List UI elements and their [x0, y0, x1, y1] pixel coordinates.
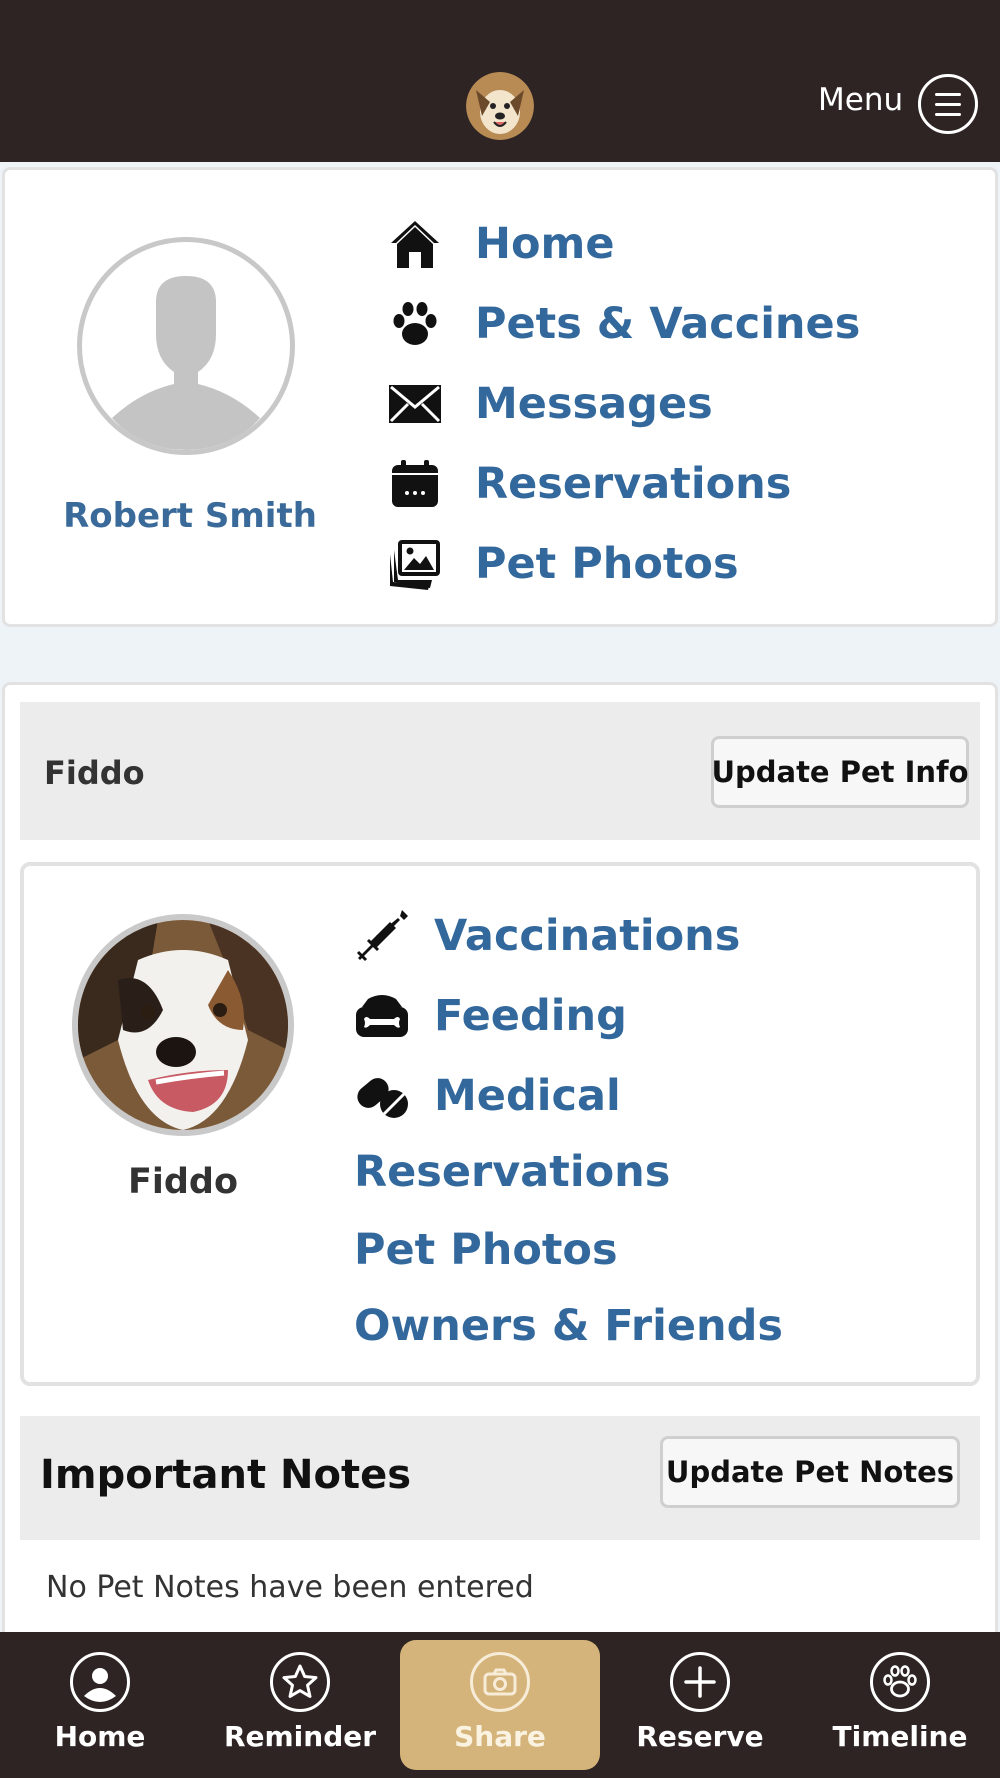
- nav-home[interactable]: Home: [387, 214, 615, 274]
- nav-home-label: Home: [475, 219, 615, 269]
- photos-icon: [387, 536, 443, 592]
- tab-reserve[interactable]: Reserve: [600, 1640, 800, 1770]
- notes-empty-text: No Pet Notes have been entered: [46, 1570, 534, 1605]
- dog-logo-icon[interactable]: [466, 72, 534, 140]
- pet-link-vaccinations-label: Vaccinations: [434, 911, 741, 961]
- notes-title: Important Notes: [40, 1452, 412, 1498]
- pet-link-vaccinations[interactable]: Vaccinations: [354, 908, 740, 964]
- pet-link-feeding-label: Feeding: [434, 991, 627, 1041]
- pet-link-reservations-label: Reservations: [354, 1147, 671, 1197]
- pet-header-name: Fiddo: [44, 754, 145, 792]
- tab-timeline[interactable]: Timeline: [800, 1640, 1000, 1770]
- tab-reserve-label: Reserve: [636, 1720, 764, 1753]
- menu-label[interactable]: Menu: [818, 82, 903, 118]
- user-circle-icon: [70, 1652, 130, 1712]
- pet-link-owners-friends[interactable]: Owners & Friends: [354, 1298, 783, 1354]
- paw-icon: [870, 1652, 930, 1712]
- pet-link-feeding[interactable]: Feeding: [354, 988, 627, 1044]
- update-pet-notes-button[interactable]: Update Pet Notes: [660, 1436, 960, 1508]
- pet-link-medical[interactable]: Medical: [354, 1068, 621, 1124]
- plus-icon: [670, 1652, 730, 1712]
- calendar-icon: [387, 456, 443, 512]
- user-name[interactable]: Robert Smith: [30, 496, 350, 536]
- pet-name: Fiddo: [127, 1162, 239, 1202]
- pet-link-pet-photos-label: Pet Photos: [354, 1225, 618, 1275]
- pet-link-owners-friends-label: Owners & Friends: [354, 1301, 784, 1351]
- nav-pet-photos-label: Pet Photos: [475, 539, 739, 589]
- syringe-icon: [354, 908, 410, 964]
- envelope-icon: [387, 376, 443, 432]
- food-bowl-icon: [354, 988, 410, 1044]
- pet-link-pet-photos[interactable]: Pet Photos: [354, 1222, 618, 1278]
- nav-reservations[interactable]: Reservations: [387, 454, 791, 514]
- pet-link-medical-label: Medical: [434, 1071, 621, 1121]
- hamburger-icon[interactable]: [918, 74, 978, 134]
- pet-photo[interactable]: [72, 914, 294, 1136]
- tab-home-label: Home: [54, 1720, 146, 1753]
- nav-messages[interactable]: Messages: [387, 374, 713, 434]
- nav-reservations-label: Reservations: [475, 459, 792, 509]
- star-icon: [270, 1652, 330, 1712]
- tab-timeline-label: Timeline: [832, 1720, 968, 1753]
- tab-home[interactable]: Home: [0, 1640, 200, 1770]
- top-bar: Menu: [0, 0, 1000, 162]
- tab-share[interactable]: Share: [400, 1640, 600, 1770]
- home-icon: [387, 216, 443, 272]
- tab-share-label: Share: [454, 1720, 546, 1753]
- pet-link-reservations[interactable]: Reservations: [354, 1144, 670, 1200]
- nav-pets-vaccines-label: Pets & Vaccines: [475, 299, 861, 349]
- camera-icon: [470, 1652, 530, 1712]
- update-pet-info-button[interactable]: Update Pet Info: [711, 736, 969, 808]
- nav-pets-vaccines[interactable]: Pets & Vaccines: [387, 294, 860, 354]
- nav-pet-photos[interactable]: Pet Photos: [387, 534, 739, 594]
- pills-icon: [354, 1068, 410, 1124]
- user-avatar[interactable]: [77, 237, 295, 455]
- tab-reminder[interactable]: Reminder: [200, 1640, 400, 1770]
- nav-messages-label: Messages: [475, 379, 713, 429]
- tab-reminder-label: Reminder: [223, 1720, 377, 1753]
- paw-icon: [387, 296, 443, 352]
